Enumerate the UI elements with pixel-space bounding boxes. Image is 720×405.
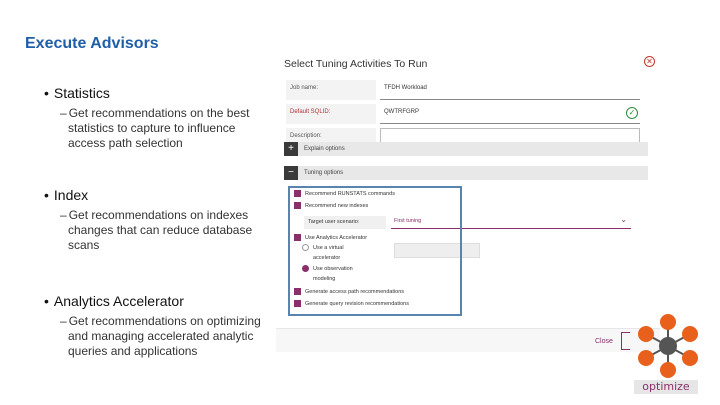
tuning-options-section[interactable]: − Tuning options <box>284 166 648 180</box>
bullet-list: Statistics Get recommendations on the be… <box>44 85 276 359</box>
close-button[interactable]: Close <box>595 338 613 345</box>
explain-options-label: Explain options <box>304 146 345 152</box>
sqlid-field[interactable]: QWTRFGRP ✓ <box>380 104 640 124</box>
checkmark-icon: ✓ <box>626 107 638 119</box>
tuning-options-highlight <box>288 186 462 316</box>
sqlid-label: Default SQLID: <box>286 104 376 124</box>
bullet-analytics-accelerator-detail: Get recommendations on optimizing and ma… <box>60 314 276 359</box>
job-name-field[interactable]: TFDH Workload <box>380 80 640 100</box>
optimize-logo-icon <box>638 314 698 378</box>
run-button[interactable] <box>621 332 630 350</box>
minus-icon[interactable]: − <box>284 166 298 180</box>
job-name-label: Job name: <box>286 80 376 100</box>
dialog-title: Select Tuning Activities To Run <box>284 58 428 70</box>
optimize-logo: optimize <box>630 312 702 396</box>
bullet-statistics-detail: Get recommendations on the best statisti… <box>60 106 276 151</box>
slide-title: Execute Advisors <box>25 35 159 52</box>
chevron-down-icon: ⌄ <box>620 215 627 224</box>
tuning-dialog: Select Tuning Activities To Run ✕ Job na… <box>276 50 660 352</box>
bullet-analytics-accelerator: Analytics Accelerator <box>44 293 276 309</box>
bullet-index-detail: Get recommendations on indexes changes t… <box>60 208 276 253</box>
tuning-options-label: Tuning options <box>304 170 344 176</box>
explain-options-section[interactable]: + Explain options <box>284 142 648 156</box>
bullet-statistics: Statistics <box>44 85 276 101</box>
bullet-index: Index <box>44 187 276 203</box>
dialog-footer: Close <box>276 328 660 352</box>
plus-icon[interactable]: + <box>284 142 298 156</box>
sqlid-value: QWTRFGRP <box>384 109 419 115</box>
close-icon[interactable]: ✕ <box>644 56 655 67</box>
optimize-logo-text: optimize <box>634 380 698 394</box>
